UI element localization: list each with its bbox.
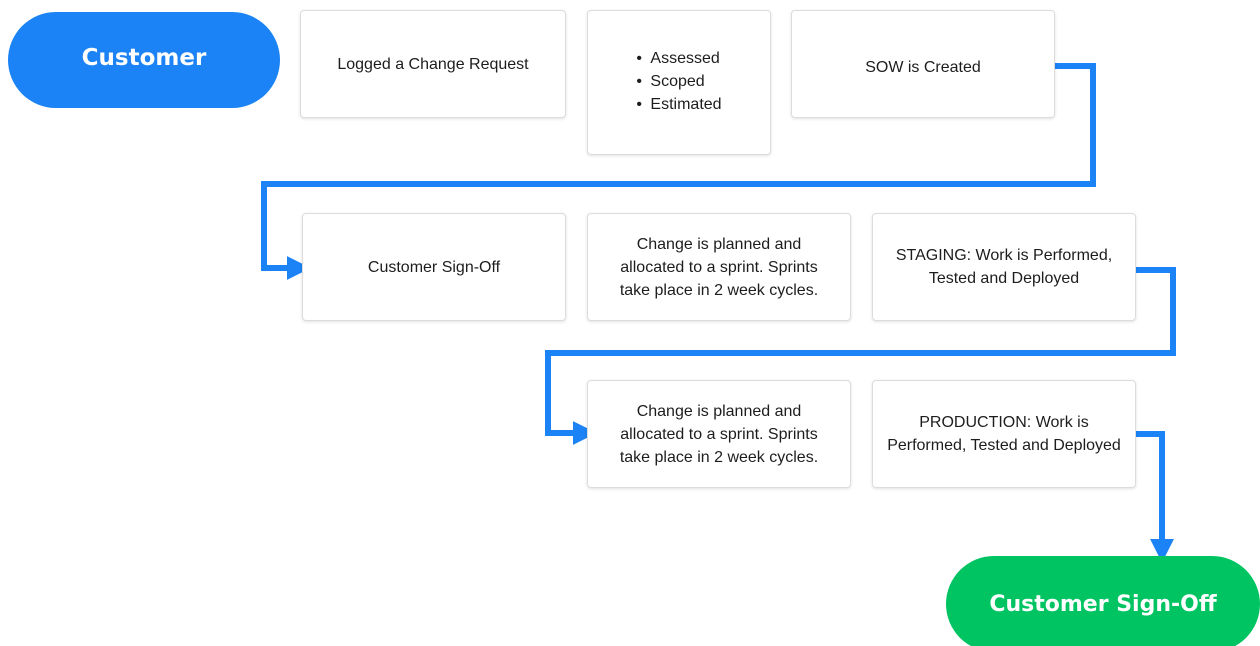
step-sprint-planning-1: Change is planned and allocated to a spr… xyxy=(587,213,851,321)
step-production: PRODUCTION: Work is Performed, Tested an… xyxy=(872,380,1136,488)
step-logged-change-request: Logged a Change Request xyxy=(300,10,566,118)
start-node-customer: Customer xyxy=(8,12,280,108)
end-node-label: Customer Sign-Off xyxy=(989,591,1217,617)
end-node-customer-signoff: Customer Sign-Off xyxy=(946,556,1260,646)
step-sow-created: SOW is Created xyxy=(791,10,1055,118)
process-flow-diagram: Customer Logged a Change Request Assesse… xyxy=(0,0,1260,646)
assessment-item-estimated: Estimated xyxy=(636,93,721,116)
assessment-item-scoped: Scoped xyxy=(636,70,721,93)
step-planned-2-label: Change is planned and allocated to a spr… xyxy=(619,402,819,466)
step-sprint-planning-2: Change is planned and allocated to a spr… xyxy=(587,380,851,488)
assessment-list: Assessed Scoped Estimated xyxy=(636,47,721,116)
start-node-label: Customer xyxy=(81,45,207,71)
step-customer-signoff: Customer Sign-Off xyxy=(302,213,566,321)
connector-production-to-end xyxy=(1136,431,1174,563)
step-production-label: PRODUCTION: Work is Performed, Tested an… xyxy=(887,414,1121,454)
step-sow-label: SOW is Created xyxy=(865,59,981,76)
step-signoff-label: Customer Sign-Off xyxy=(367,258,501,276)
step-staging-label: STAGING: Work is Performed, Tested and D… xyxy=(895,247,1113,287)
step-logged-label: Logged a Change Request xyxy=(337,55,529,73)
step-planned-1-label: Change is planned and allocated to a spr… xyxy=(619,235,819,299)
assessment-item-assessed: Assessed xyxy=(636,47,721,70)
step-staging: STAGING: Work is Performed, Tested and D… xyxy=(872,213,1136,321)
step-assessment: Assessed Scoped Estimated xyxy=(587,10,771,155)
